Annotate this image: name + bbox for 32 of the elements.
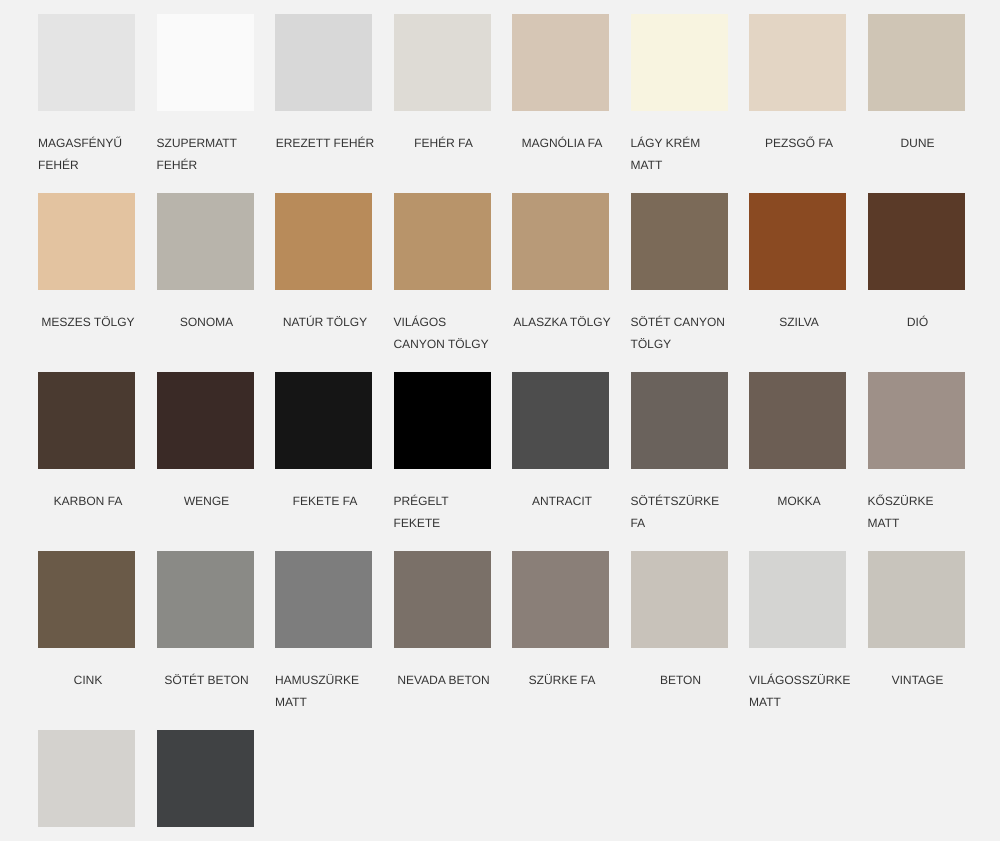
material-name: SZÜRKE FA — [528, 672, 596, 689]
material-name: MESZES TÖLGY — [41, 314, 135, 331]
material-name: SZILVA — [779, 314, 819, 331]
material-name: NEVADA BETON — [397, 672, 490, 689]
material-name: VILÁGOS CANYON TÖLGY — [394, 314, 490, 353]
material-name: SONOMA — [180, 314, 234, 331]
material-name: PEZSGŐ FA — [764, 135, 833, 152]
material-name: KARBON FA — [54, 493, 122, 510]
material-name: ANTRACIT — [532, 493, 592, 510]
material-name: BETON — [660, 672, 702, 689]
material-name: SÖTÉT BETON — [164, 672, 249, 689]
material-name: ALASZKA TÖLGY — [513, 314, 611, 331]
material-name: HAMUSZÜRKE MATT — [275, 672, 360, 711]
material-name: SÖTÉTSZÜRKE FA — [630, 493, 720, 532]
material-name: PRÉGELT FEKETE — [394, 493, 450, 532]
material-name: SZUPERMATT FEHÉR — [156, 135, 238, 174]
material-name: DIÓ — [906, 314, 928, 331]
material-name: FEKETE FA — [292, 493, 358, 510]
material-name: MOKKA — [777, 493, 821, 510]
material-name: CINK — [74, 672, 102, 689]
material-name: VINTAGE — [892, 672, 944, 689]
material-name: MAGASFÉNYŰ FEHÉR — [38, 135, 124, 174]
material-name: SÖTÉT CANYON TÖLGY — [630, 314, 726, 353]
material-name: WENGE — [184, 493, 230, 510]
material-name: LÁGY KRÉM MATT — [630, 135, 702, 174]
material-name: VILÁGOSSZÜRKE MATT — [749, 672, 850, 711]
material-name: MAGNÓLIA FA — [522, 135, 602, 152]
material-name: KŐSZÜRKE MATT — [868, 493, 935, 532]
material-name: NATÚR TÖLGY — [282, 314, 368, 331]
material-name: EREZETT FEHÉR — [276, 135, 374, 152]
material-name: DUNE — [900, 135, 934, 152]
material-name: FEHÉR FA — [414, 135, 473, 152]
